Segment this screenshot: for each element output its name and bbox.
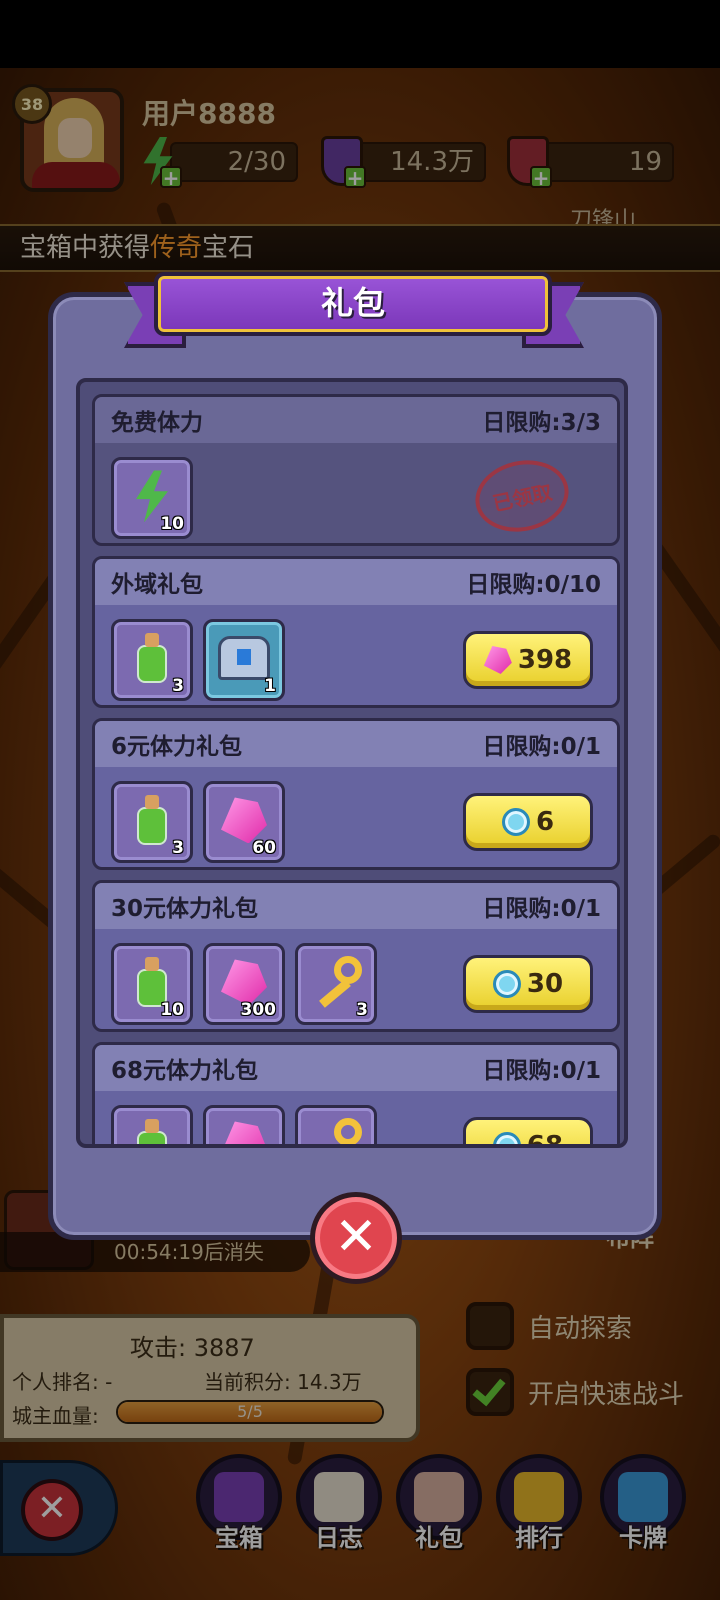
pack-limit: 日限购:0/1 xyxy=(482,734,601,760)
price: 30 xyxy=(526,969,564,999)
gem-icon xyxy=(483,646,512,674)
price: 398 xyxy=(517,645,573,675)
reward-item[interactable]: 10 xyxy=(111,457,193,539)
item-qty: 3 xyxy=(172,838,184,858)
pack-name: 30元体力礼包 xyxy=(111,896,259,922)
pack-name: 外域礼包 xyxy=(111,572,203,598)
pack-name: 68元体力礼包 xyxy=(111,1058,259,1084)
pack-limit: 日限购:3/3 xyxy=(482,410,601,436)
item-qty: 3 xyxy=(356,1000,368,1020)
item-qty: 1 xyxy=(264,676,276,696)
pack-limit: 日限购:0/10 xyxy=(466,572,601,598)
pack-name: 免费体力 xyxy=(111,410,203,436)
item-qty: 3 xyxy=(172,676,184,696)
pack-limit: 日限购:0/1 xyxy=(482,1058,601,1084)
reward-item[interactable] xyxy=(111,1105,193,1144)
close-dialog-button[interactable]: ✕ xyxy=(310,1192,402,1284)
reward-item[interactable] xyxy=(295,1105,377,1144)
coin-icon xyxy=(501,808,530,836)
reward-item[interactable]: 3 xyxy=(111,781,193,863)
pack-outland: 外域礼包 日限购:0/10 3 1 398 xyxy=(92,556,620,708)
gem-icon xyxy=(221,1121,267,1144)
gem-icon xyxy=(221,797,267,844)
gem-icon xyxy=(221,959,267,1006)
potion-icon xyxy=(135,1119,169,1144)
claimed-stamp: 已领取 xyxy=(468,451,576,541)
reward-item[interactable]: 300 xyxy=(203,943,285,1025)
key-icon xyxy=(310,1118,362,1144)
potion-icon xyxy=(135,795,169,846)
dialog-title: 礼包 xyxy=(154,272,552,336)
pack-68-yuan: 68元体力礼包 日限购:0/1 68 xyxy=(92,1042,620,1148)
coin-icon xyxy=(492,970,521,998)
potion-icon xyxy=(135,633,169,684)
buy-button[interactable]: 398 xyxy=(463,631,593,689)
item-qty: 300 xyxy=(240,1000,277,1020)
pack-30-yuan: 30元体力礼包 日限购:0/1 10 300 3 30 xyxy=(92,880,620,1032)
price: 68 xyxy=(526,1131,564,1148)
reward-item[interactable]: 10 xyxy=(111,943,193,1025)
pack-free-stamina: 免费体力 日限购:3/3 10 已领取 xyxy=(92,394,620,546)
price: 6 xyxy=(535,807,555,837)
reward-item[interactable]: 1 xyxy=(203,619,285,701)
reward-item[interactable]: 3 xyxy=(295,943,377,1025)
chest-icon xyxy=(218,636,270,681)
reward-item[interactable]: 60 xyxy=(203,781,285,863)
buy-button[interactable]: 6 xyxy=(463,793,593,851)
coin-icon xyxy=(492,1132,521,1144)
pack-name: 6元体力礼包 xyxy=(111,734,243,760)
pack-limit: 日限购:0/1 xyxy=(482,896,601,922)
buy-button[interactable]: 30 xyxy=(463,955,593,1013)
item-qty: 60 xyxy=(252,838,276,858)
reward-item[interactable]: 3 xyxy=(111,619,193,701)
key-icon xyxy=(310,956,362,1009)
buy-button[interactable]: 68 xyxy=(463,1117,593,1148)
item-qty: 10 xyxy=(160,1000,184,1020)
item-qty: 10 xyxy=(160,514,184,534)
reward-item[interactable] xyxy=(203,1105,285,1144)
pack-6-yuan: 6元体力礼包 日限购:0/1 3 60 6 xyxy=(92,718,620,870)
status-bar xyxy=(0,0,720,68)
pack-list[interactable]: 免费体力 日限购:3/3 10 已领取 外域礼包 日限购:0/10 3 1 39… xyxy=(76,378,628,1148)
